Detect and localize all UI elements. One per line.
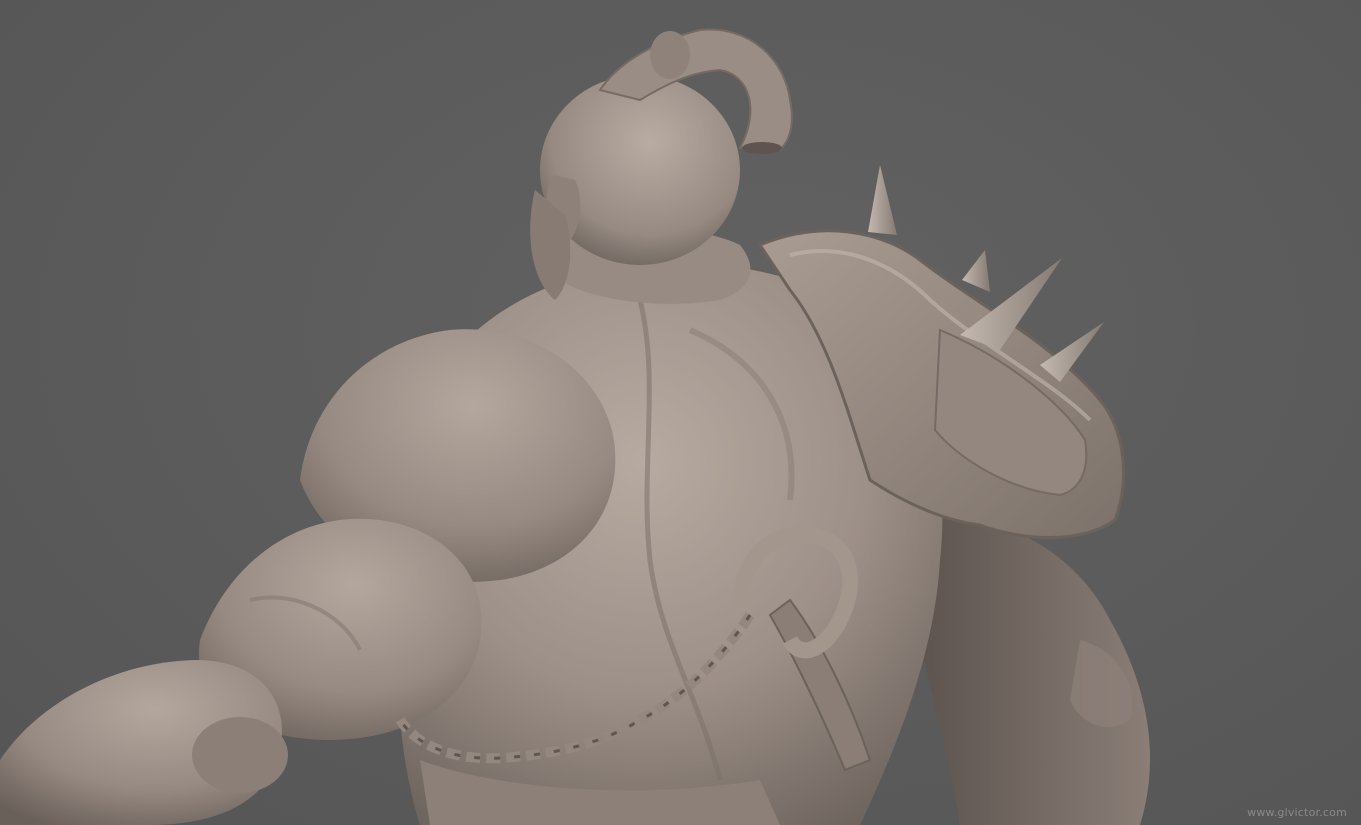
left-elbow xyxy=(192,717,288,793)
orc-sculpt xyxy=(0,28,1150,825)
render-viewport: www.glvictor.com xyxy=(0,0,1361,825)
topknot-tie xyxy=(650,31,690,79)
watermark-text: www.glvictor.com xyxy=(1247,806,1347,819)
topknot-tip xyxy=(742,142,782,154)
spike-1 xyxy=(868,165,897,235)
spike-2 xyxy=(962,250,990,292)
